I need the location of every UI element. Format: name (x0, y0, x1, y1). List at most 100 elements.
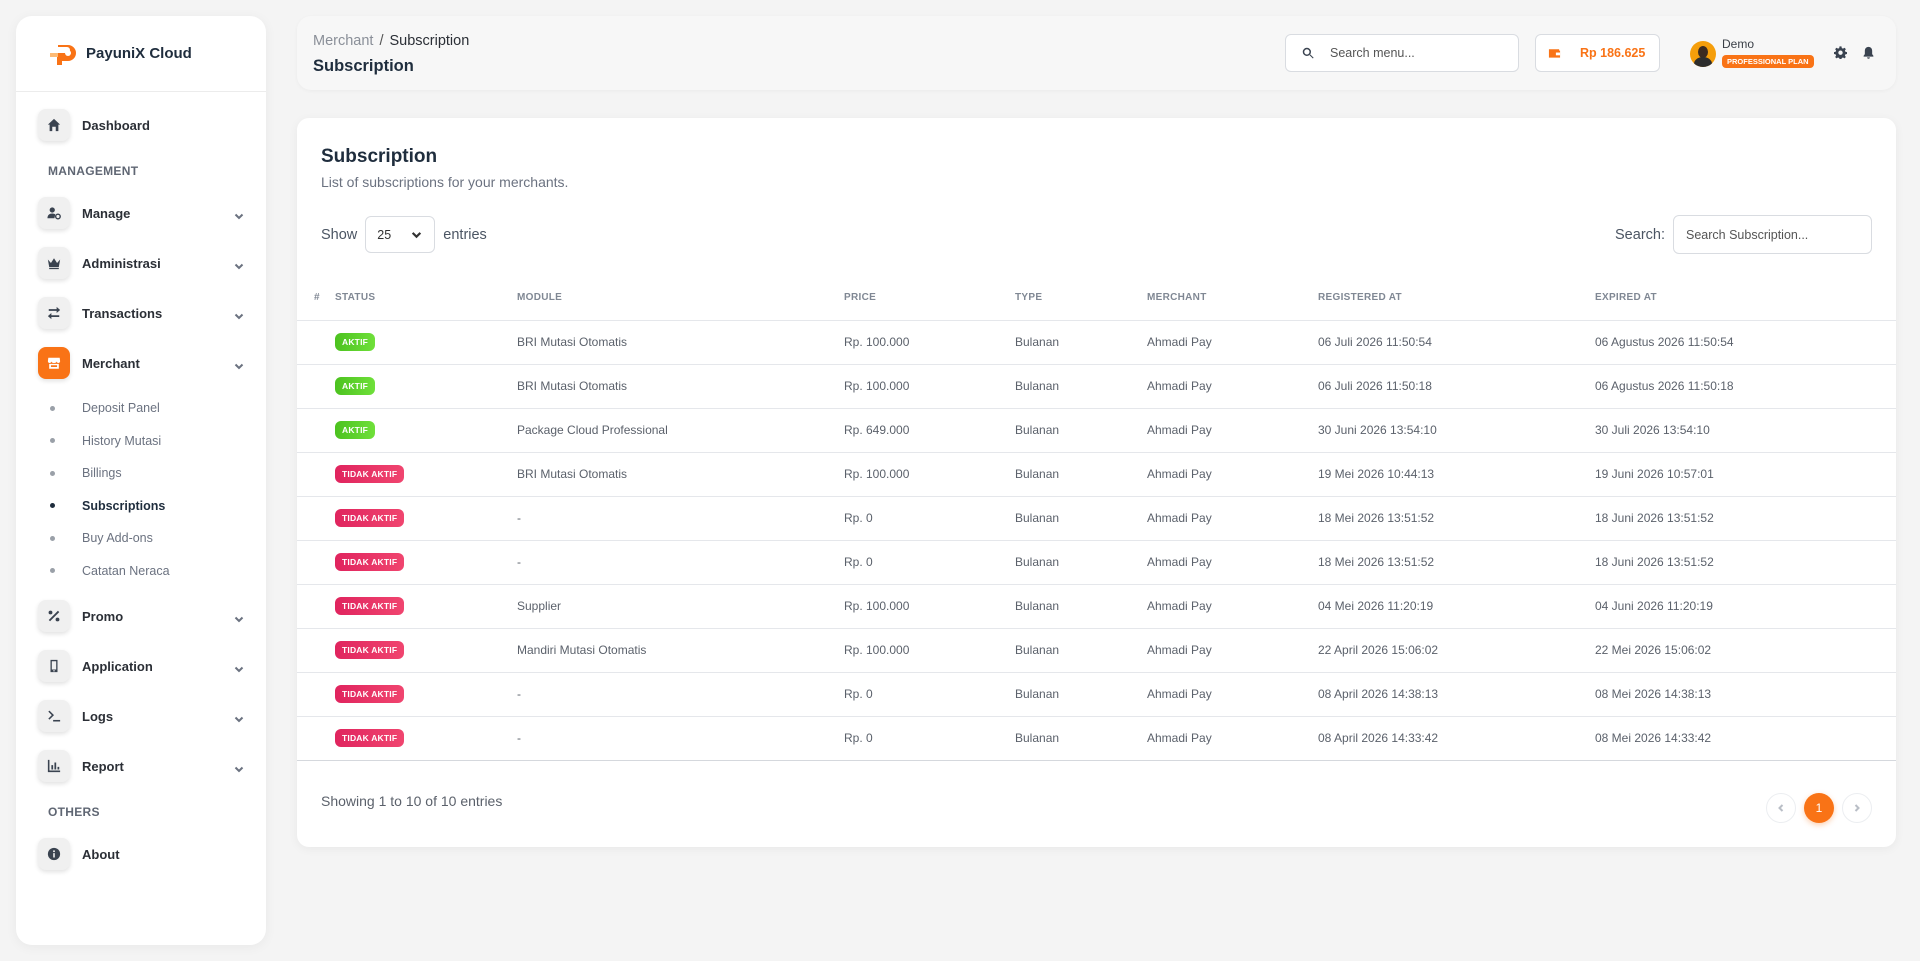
table-row: TIDAK AKTIF - Rp. 0 Bulanan Ahmadi Pay 08 Apr… (297, 716, 1896, 761)
column-header[interactable]: TYPE (1015, 276, 1147, 321)
cell-expired-at: 18 Juni 2026 13:51:52 (1595, 496, 1896, 541)
submenu-item-history-mutasi[interactable]: History Mutasi (16, 425, 266, 458)
column-header[interactable]: MERCHANT (1147, 276, 1318, 321)
sidebar-item-label: Promo (82, 608, 124, 624)
balance-button[interactable]: Rp 186.625 (1535, 34, 1660, 72)
submenu-item-label: Catatan Neraca (82, 563, 170, 578)
column-header[interactable]: EXPIRED AT (1595, 276, 1896, 321)
breadcrumb-current: Subscription (389, 33, 470, 49)
chevron-down-icon (234, 611, 244, 623)
next-page-button[interactable] (1842, 793, 1872, 823)
table-row: TIDAK AKTIF Supplier Rp. 100.000 Bulanan Ahm… (297, 584, 1896, 629)
table-row: AKTIF BRI Mutasi Otomatis Rp. 100.000 Bulan… (297, 364, 1896, 409)
sidebar-item-application[interactable]: Application (16, 641, 266, 691)
cell-type: Bulanan (1015, 716, 1147, 761)
table-row: TIDAK AKTIF Mandiri Mutasi Otomatis Rp. 10… (297, 628, 1896, 673)
cell-module: - (517, 496, 844, 541)
sidebar-nav: Dashboard MANAGEMENT Manage Administrasi… (16, 92, 266, 879)
search-menu-input[interactable] (1330, 46, 1500, 60)
submenu-item-billings[interactable]: Billings (16, 457, 266, 490)
cell-price: Rp. 100.000 (844, 584, 1015, 629)
subscription-table: # STATUS MODULE PRICE TYPE MERCHANT REGI… (297, 276, 1896, 761)
cell-price: Rp. 100.000 (844, 364, 1015, 409)
cell-expired-at: 08 Mei 2026 14:38:13 (1595, 672, 1896, 717)
cell-type: Bulanan (1015, 584, 1147, 629)
user-menu[interactable]: Demo PROFESSIONAL PLAN (1690, 38, 1814, 69)
sidebar-item-about[interactable]: About (16, 829, 266, 879)
cell-price: Rp. 0 (844, 496, 1015, 541)
column-header[interactable]: REGISTERED AT (1318, 276, 1595, 321)
mobile-icon (38, 650, 70, 682)
sidebar-item-label: Administrasi (82, 255, 161, 271)
gear-icon[interactable] (1834, 46, 1847, 59)
cell-price: Rp. 100.000 (844, 320, 1015, 365)
sidebar-item-transactions[interactable]: Transactions (16, 288, 266, 338)
cell-registered-at: 04 Mei 2026 11:20:19 (1318, 584, 1595, 629)
cell-module: - (517, 716, 844, 761)
cell-merchant: Ahmadi Pay (1147, 408, 1318, 453)
cell-expired-at: 06 Agustus 2026 11:50:18 (1595, 364, 1896, 409)
store-icon (38, 347, 70, 379)
status-badge: TIDAK AKTIF (335, 729, 405, 747)
cell-index (297, 408, 335, 453)
subscription-search-input[interactable] (1673, 215, 1872, 254)
cell-type: Bulanan (1015, 452, 1147, 497)
cell-module: BRI Mutasi Otomatis (517, 320, 844, 365)
column-header[interactable]: # (297, 276, 335, 321)
cell-registered-at: 22 April 2026 15:06:02 (1318, 628, 1595, 673)
sidebar-item-administrasi[interactable]: Administrasi (16, 238, 266, 288)
table-row: AKTIF BRI Mutasi Otomatis Rp. 100.000 Bulan… (297, 320, 1896, 365)
submenu-item-subscriptions[interactable]: Subscriptions (16, 490, 266, 523)
status-badge: TIDAK AKTIF (335, 597, 405, 615)
cell-status: TIDAK AKTIF (335, 496, 517, 541)
prev-page-button[interactable] (1766, 793, 1796, 823)
submenu-item-deposit-panel[interactable]: Deposit Panel (16, 392, 266, 425)
chevron-down-icon (234, 308, 244, 320)
chevron-down-icon (412, 232, 422, 239)
terminal-icon (38, 700, 70, 732)
cell-status: TIDAK AKTIF (335, 672, 517, 717)
bullet-icon (50, 438, 55, 444)
table-header-row: # STATUS MODULE PRICE TYPE MERCHANT REGI… (297, 276, 1896, 321)
column-header[interactable]: PRICE (844, 276, 1015, 321)
avatar (1690, 40, 1716, 67)
cell-status: TIDAK AKTIF (335, 584, 517, 629)
sidebar-item-merchant[interactable]: Merchant (16, 338, 266, 388)
cell-index (297, 584, 335, 629)
column-header[interactable]: STATUS (335, 276, 517, 321)
crown-icon (38, 247, 70, 279)
brand-logo-icon (50, 44, 76, 65)
breadcrumb-separator: / (379, 33, 384, 49)
brand[interactable]: PayuniX Cloud (16, 16, 266, 92)
chevron-down-icon (234, 711, 244, 723)
cell-module: Package Cloud Professional (517, 408, 844, 453)
cell-price: Rp. 649.000 (844, 408, 1015, 453)
submenu-item-catatan-neraca[interactable]: Catatan Neraca (16, 555, 266, 588)
table-search: Search: (1615, 215, 1872, 254)
cell-index (297, 364, 335, 409)
page-length-select[interactable]: 25 (365, 216, 436, 253)
submenu-item-buy-addons[interactable]: Buy Add-ons (16, 522, 266, 555)
cell-module: Supplier (517, 584, 844, 629)
sidebar-item-dashboard[interactable]: Dashboard (16, 100, 266, 150)
page-button-current[interactable]: 1 (1804, 793, 1834, 823)
status-badge: TIDAK AKTIF (335, 465, 405, 483)
cell-price: Rp. 100.000 (844, 628, 1015, 673)
sidebar-item-logs[interactable]: Logs (16, 691, 266, 741)
column-header[interactable]: MODULE (517, 276, 844, 321)
chevron-down-icon (234, 661, 244, 673)
cell-index (297, 716, 335, 761)
search-menu-box (1285, 34, 1519, 72)
status-badge: AKTIF (335, 377, 376, 395)
cell-merchant: Ahmadi Pay (1147, 540, 1318, 585)
cell-type: Bulanan (1015, 408, 1147, 453)
sidebar-item-manage[interactable]: Manage (16, 188, 266, 238)
sidebar-item-label: Transactions (82, 305, 163, 321)
breadcrumb-parent[interactable]: Merchant (313, 33, 373, 49)
wallet-icon (1548, 49, 1561, 58)
sidebar-item-report[interactable]: Report (16, 741, 266, 791)
sidebar-item-promo[interactable]: Promo (16, 591, 266, 641)
sidebar-item-label: Manage (82, 205, 131, 221)
page-length-value: 25 (377, 227, 392, 242)
bell-icon[interactable] (1862, 46, 1875, 59)
